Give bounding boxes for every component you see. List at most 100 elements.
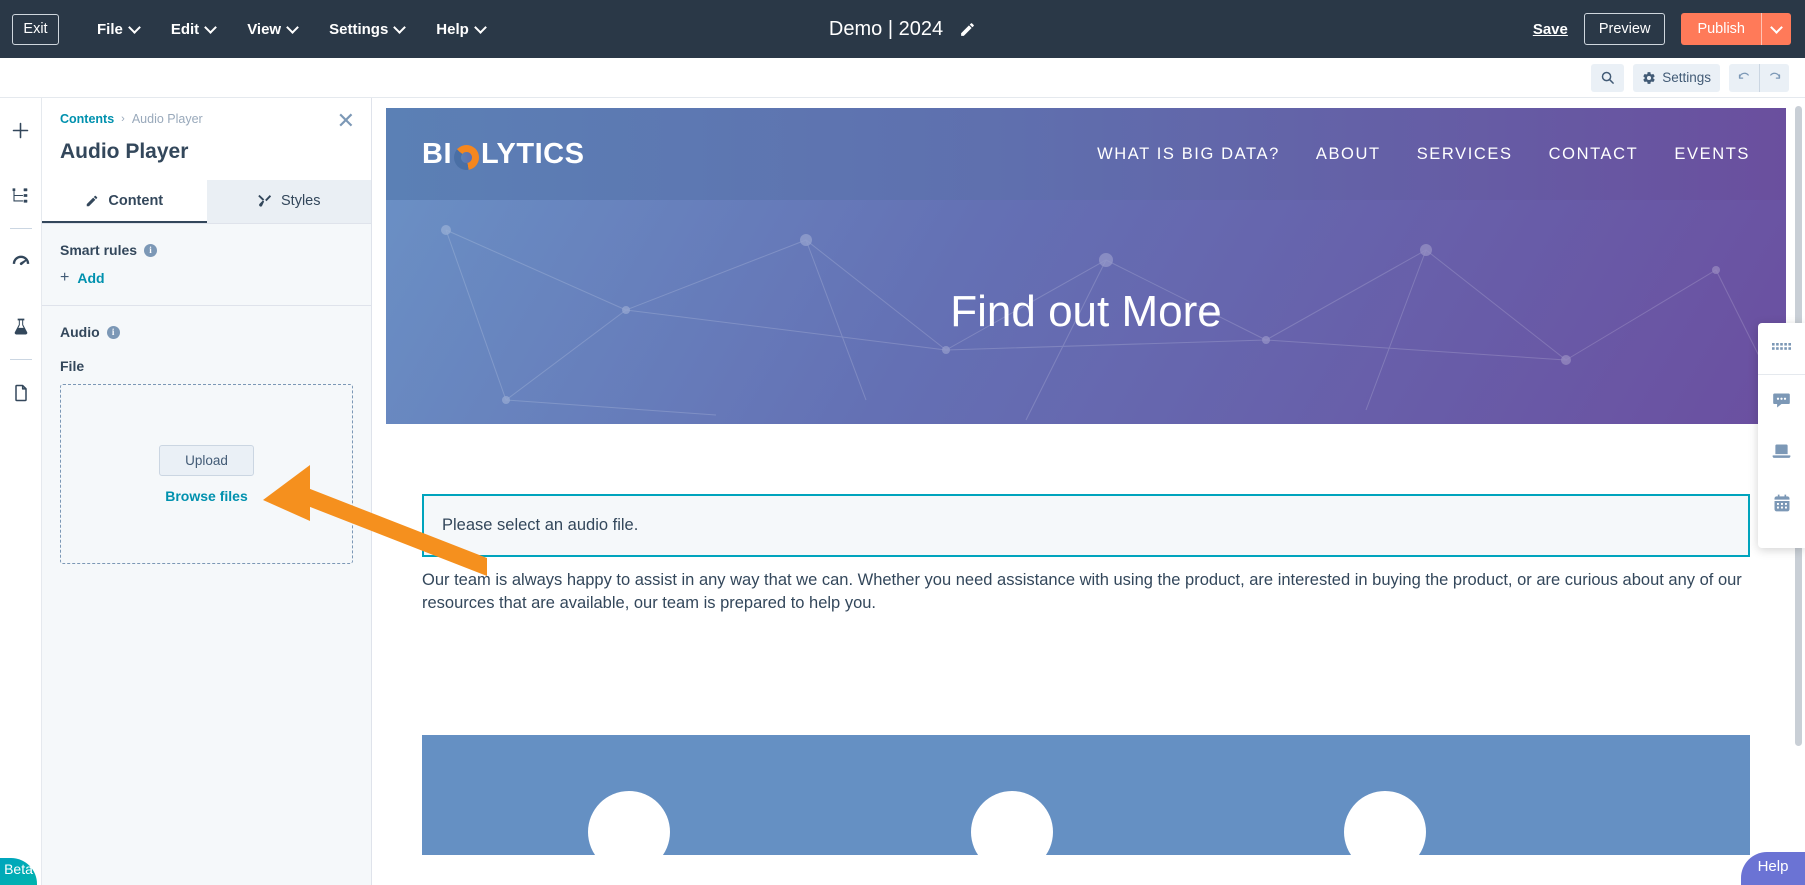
close-icon[interactable]: ✕ [337,110,355,132]
site-header: BI LYTICS WHAT IS BIG DATA? ABOUT SERVIC… [386,108,1786,200]
page-details-button[interactable] [0,360,42,425]
logo-text-before: BI [422,137,452,170]
drag-handle[interactable] [1758,323,1805,374]
chevron-down-icon [1772,23,1781,32]
publish-button[interactable]: Publish [1681,13,1761,45]
brush-icon [258,194,272,207]
menu-settings[interactable]: Settings [313,13,420,46]
audio-section: Audio i File Upload Browse files [42,306,371,582]
calendar-icon [1774,494,1789,511]
breadcrumb: Contents › Audio Player [60,112,353,126]
smart-rules-label-row: Smart rules i [60,242,353,258]
content-tree-button[interactable] [0,163,42,228]
site-logo[interactable]: BI LYTICS [422,138,584,171]
menu-help-label: Help [436,20,469,38]
left-icon-rail [0,98,42,885]
device-preview-button[interactable] [1758,426,1805,477]
chevron-down-icon [395,23,404,32]
preview-button[interactable]: Preview [1583,13,1666,45]
info-icon[interactable]: i [106,325,120,339]
menu-settings-label: Settings [329,20,389,38]
settings-button-label: Settings [1662,70,1711,85]
website-page: BI LYTICS WHAT IS BIG DATA? ABOUT SERVIC… [386,108,1786,874]
hero-title: Find out More [950,287,1222,336]
tab-styles[interactable]: Styles [206,180,371,223]
tab-content[interactable]: Content [42,180,207,223]
help-button[interactable]: Help [1741,852,1805,885]
topbar-actions: Save Preview Publish [1533,0,1791,58]
add-module-button[interactable] [0,98,42,163]
optimization-button[interactable] [0,229,42,294]
chevron-down-icon [130,23,139,32]
redo-button[interactable] [1759,63,1789,92]
module-settings-panel: Contents › Audio Player ✕ Audio Player C… [42,98,372,885]
site-navigation: WHAT IS BIG DATA? ABOUT SERVICES CONTACT… [1097,145,1750,164]
breadcrumb-current: Audio Player [131,112,203,126]
publish-dropdown-button[interactable] [1761,13,1791,45]
floating-tools-panel [1758,323,1805,548]
page-title: Demo | 2024 [828,17,944,40]
meetings-tool-button[interactable] [1758,477,1805,528]
nav-item-contact[interactable]: CONTACT [1549,145,1639,164]
breadcrumb-contents-link[interactable]: Contents [60,112,114,126]
gauge-icon [12,255,29,265]
hero-banner: Find out More [386,200,1786,424]
menu-bar: File Edit View Settings Help [81,13,501,46]
page-body: Please select an audio file. Our team is… [386,424,1786,874]
experiments-button[interactable] [0,294,42,359]
plus-icon: + [60,269,70,286]
add-smart-rule-button[interactable]: + Add [60,269,353,287]
browse-files-link[interactable]: Browse files [165,488,247,504]
audio-placeholder-text: Please select an audio file. [442,516,639,534]
editor-window: Exit File Edit View Settings Help Demo |… [0,0,1805,885]
editor-toolbar: Settings [0,58,1805,98]
add-smart-rule-label: Add [77,270,105,286]
panel-tabs: Content Styles [42,180,371,224]
chat-tool-button[interactable] [1758,375,1805,426]
chevron-down-icon [476,23,485,32]
nav-item-what-is-big-data[interactable]: WHAT IS BIG DATA? [1097,145,1280,164]
undo-redo-group [1729,63,1789,92]
panel-header: Contents › Audio Player ✕ Audio Player [42,98,371,180]
sitemap-tree-icon [12,188,28,203]
chevron-down-icon [206,23,215,32]
nav-item-services[interactable]: SERVICES [1417,145,1513,164]
info-icon[interactable]: i [144,243,158,257]
menu-file[interactable]: File [81,13,155,46]
logo-circle-mark-icon [454,144,479,170]
settings-button[interactable]: Settings [1633,63,1720,92]
undo-arrow-icon [1738,72,1749,79]
undo-button[interactable] [1729,64,1759,92]
audio-label: Audio [60,324,100,340]
panel-title: Audio Player [60,140,189,163]
logo-text-after: LYTICS [481,137,585,170]
gear-icon [1643,71,1655,84]
menu-file-label: File [97,20,123,38]
file-field-label: File [60,358,85,374]
pencil-icon [87,195,98,206]
exit-button[interactable]: Exit [12,13,59,45]
nav-item-about[interactable]: ABOUT [1316,145,1381,164]
menu-help[interactable]: Help [420,13,501,46]
audio-label-row: Audio i [60,324,353,340]
nav-item-events[interactable]: EVENTS [1674,145,1750,164]
publish-button-group: Publish [1681,13,1791,45]
search-icon [1601,71,1615,84]
chat-bubble-icon [1773,393,1790,408]
chevron-down-icon [288,23,297,32]
upload-button[interactable]: Upload [159,444,254,476]
menu-view-label: View [247,20,282,38]
tab-styles-label: Styles [281,192,321,209]
pencil-icon[interactable] [959,21,976,38]
laptop-icon [1772,444,1791,458]
menu-view[interactable]: View [231,13,313,46]
audio-player-module[interactable]: Please select an audio file. [422,494,1750,557]
feature-circle [971,791,1053,874]
search-button[interactable] [1591,63,1625,92]
menu-edit[interactable]: Edit [155,13,231,46]
redo-arrow-icon [1770,72,1781,79]
beta-badge: Beta [0,858,37,885]
save-button[interactable]: Save [1533,21,1568,38]
feature-circle [588,791,670,874]
file-drop-zone[interactable]: Upload Browse files [60,384,353,564]
